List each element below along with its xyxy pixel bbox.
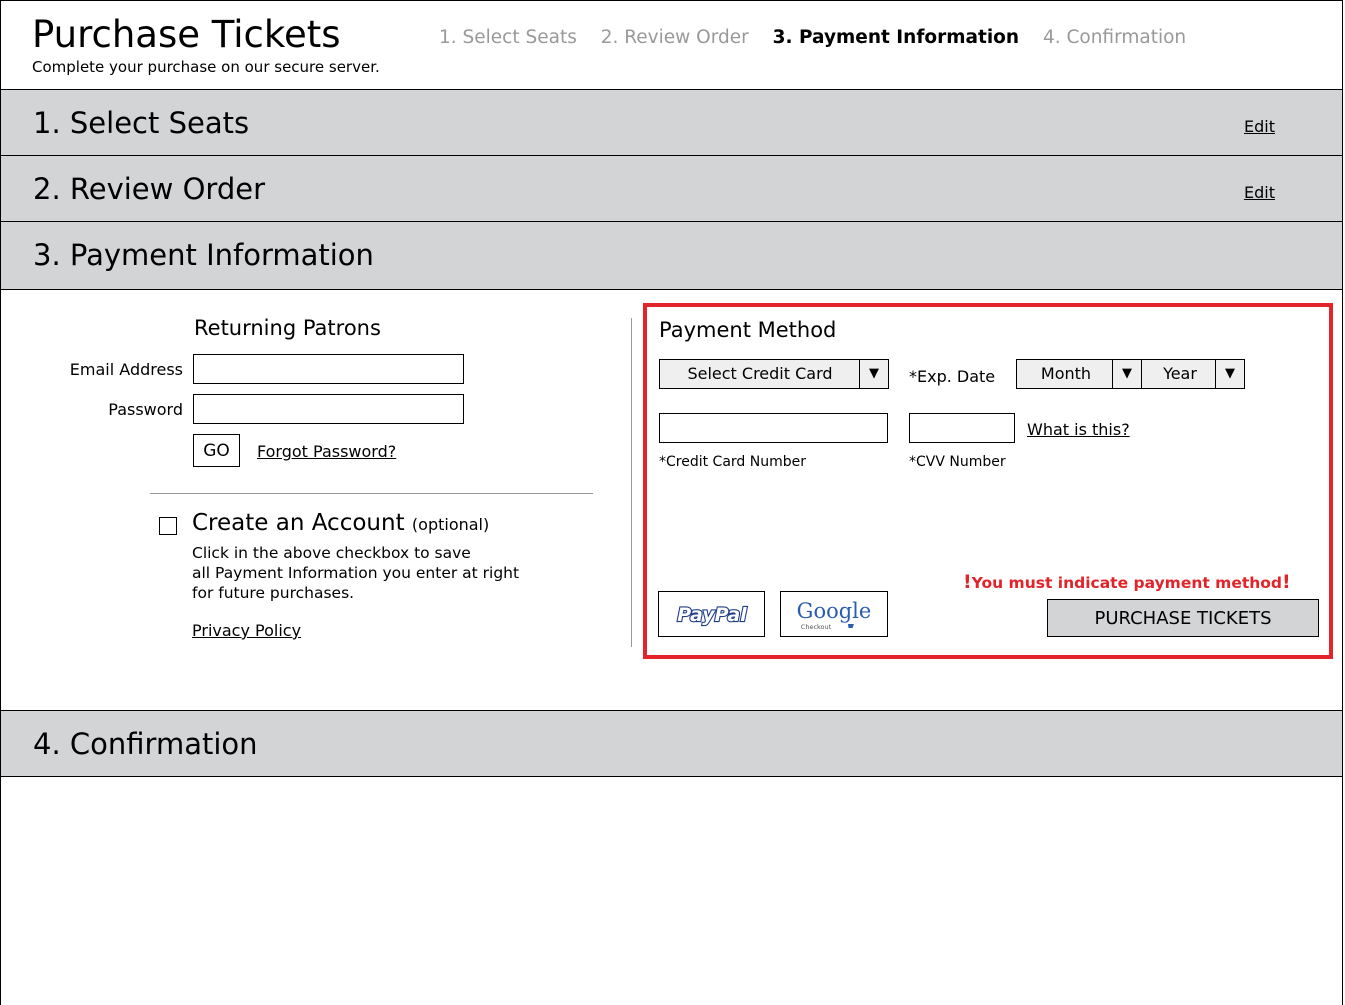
page-title: Purchase Tickets xyxy=(32,13,341,56)
year-select[interactable]: Year ▼ xyxy=(1141,359,1245,389)
section-title: 4. Confirmation xyxy=(33,727,258,761)
exp-date-label: *Exp. Date xyxy=(909,367,996,386)
year-select-value: Year xyxy=(1163,364,1197,383)
payment-error-message: !You must indicate payment method! xyxy=(963,571,1291,593)
error-text: You must indicate payment method xyxy=(971,574,1283,592)
edit-select-seats-link[interactable]: Edit xyxy=(1244,117,1275,136)
credit-card-select[interactable]: Select Credit Card ▼ xyxy=(659,359,889,389)
triangle-down-icon: ▼ xyxy=(1112,360,1141,388)
google-logo-text: Google xyxy=(797,599,872,623)
cvv-caption: *CVV Number xyxy=(909,454,1006,470)
create-account-description: Click in the above checkbox to save all … xyxy=(192,543,612,603)
create-account-checkbox[interactable] xyxy=(159,517,177,535)
credit-card-number-field[interactable] xyxy=(659,413,888,443)
step-select-seats: 1. Select Seats xyxy=(439,27,577,48)
triangle-down-icon: ▼ xyxy=(1215,360,1244,388)
create-account-label: Create an Account xyxy=(192,510,405,536)
section-title: 1. Select Seats xyxy=(33,106,250,140)
returning-patrons-title: Returning Patrons xyxy=(194,316,381,340)
paypal-logo-icon: PayPal xyxy=(676,603,748,627)
month-select[interactable]: Month ▼ xyxy=(1016,359,1142,389)
description-line: for future purchases. xyxy=(192,584,355,602)
email-label: Email Address xyxy=(69,360,183,379)
payment-method-panel: Payment Method Select Credit Card ▼ *Exp… xyxy=(643,303,1333,659)
separator xyxy=(150,493,593,494)
credit-card-number-caption: *Credit Card Number xyxy=(659,454,806,470)
google-checkout-button[interactable]: Google Checkout xyxy=(780,591,888,637)
month-select-value: Month xyxy=(1040,364,1092,383)
paypal-logo-text: PayPal xyxy=(677,604,747,626)
go-button[interactable]: GO xyxy=(193,434,240,467)
section-select-seats: 1. Select Seats Edit xyxy=(1,89,1342,155)
warning-icon: ! xyxy=(963,571,972,593)
page-subtitle: Complete your purchase on our secure ser… xyxy=(32,58,380,76)
progress-steps: 1. Select Seats 2. Review Order 3. Payme… xyxy=(439,27,1204,48)
step-review-order: 2. Review Order xyxy=(600,27,749,48)
password-field[interactable] xyxy=(193,394,464,424)
payment-method-title: Payment Method xyxy=(659,318,837,342)
what-is-this-link[interactable]: What is this? xyxy=(1027,420,1130,439)
privacy-policy-link[interactable]: Privacy Policy xyxy=(192,621,301,640)
section-title: 2. Review Order xyxy=(33,172,265,206)
warning-icon: ! xyxy=(1282,571,1291,593)
step-confirmation: 4. Confirmation xyxy=(1042,27,1187,48)
google-checkout-logo-icon: Google Checkout xyxy=(797,599,872,631)
password-label: Password xyxy=(108,400,183,419)
description-line: Click in the above checkbox to save xyxy=(192,544,471,562)
section-review-order: 2. Review Order Edit xyxy=(1,155,1342,221)
section-confirmation: 4. Confirmation xyxy=(1,710,1342,777)
create-account-title: Create an Account (optional) xyxy=(192,510,489,536)
paypal-button[interactable]: PayPal xyxy=(658,591,765,637)
section-payment-information: 3. Payment Information xyxy=(1,221,1342,290)
description-line: all Payment Information you enter at rig… xyxy=(192,564,520,582)
page-frame: Purchase Tickets Complete your purchase … xyxy=(0,0,1343,1005)
vertical-divider xyxy=(631,318,632,647)
returning-patrons-panel: Returning Patrons Email Address Password… xyxy=(1,290,631,710)
step-payment-information: 3. Payment Information xyxy=(772,27,1020,48)
google-logo-sub: Checkout xyxy=(801,623,832,631)
page-header: Purchase Tickets Complete your purchase … xyxy=(1,1,1342,89)
forgot-password-link[interactable]: Forgot Password? xyxy=(257,442,396,461)
optional-label: (optional) xyxy=(411,515,490,534)
triangle-down-icon: ▼ xyxy=(859,360,888,388)
cvv-field[interactable] xyxy=(909,413,1015,443)
edit-review-order-link[interactable]: Edit xyxy=(1244,183,1275,202)
section-title: 3. Payment Information xyxy=(33,238,374,272)
email-field[interactable] xyxy=(193,354,464,384)
credit-card-select-value: Select Credit Card xyxy=(687,364,833,383)
purchase-tickets-button[interactable]: PURCHASE TICKETS xyxy=(1047,599,1319,637)
